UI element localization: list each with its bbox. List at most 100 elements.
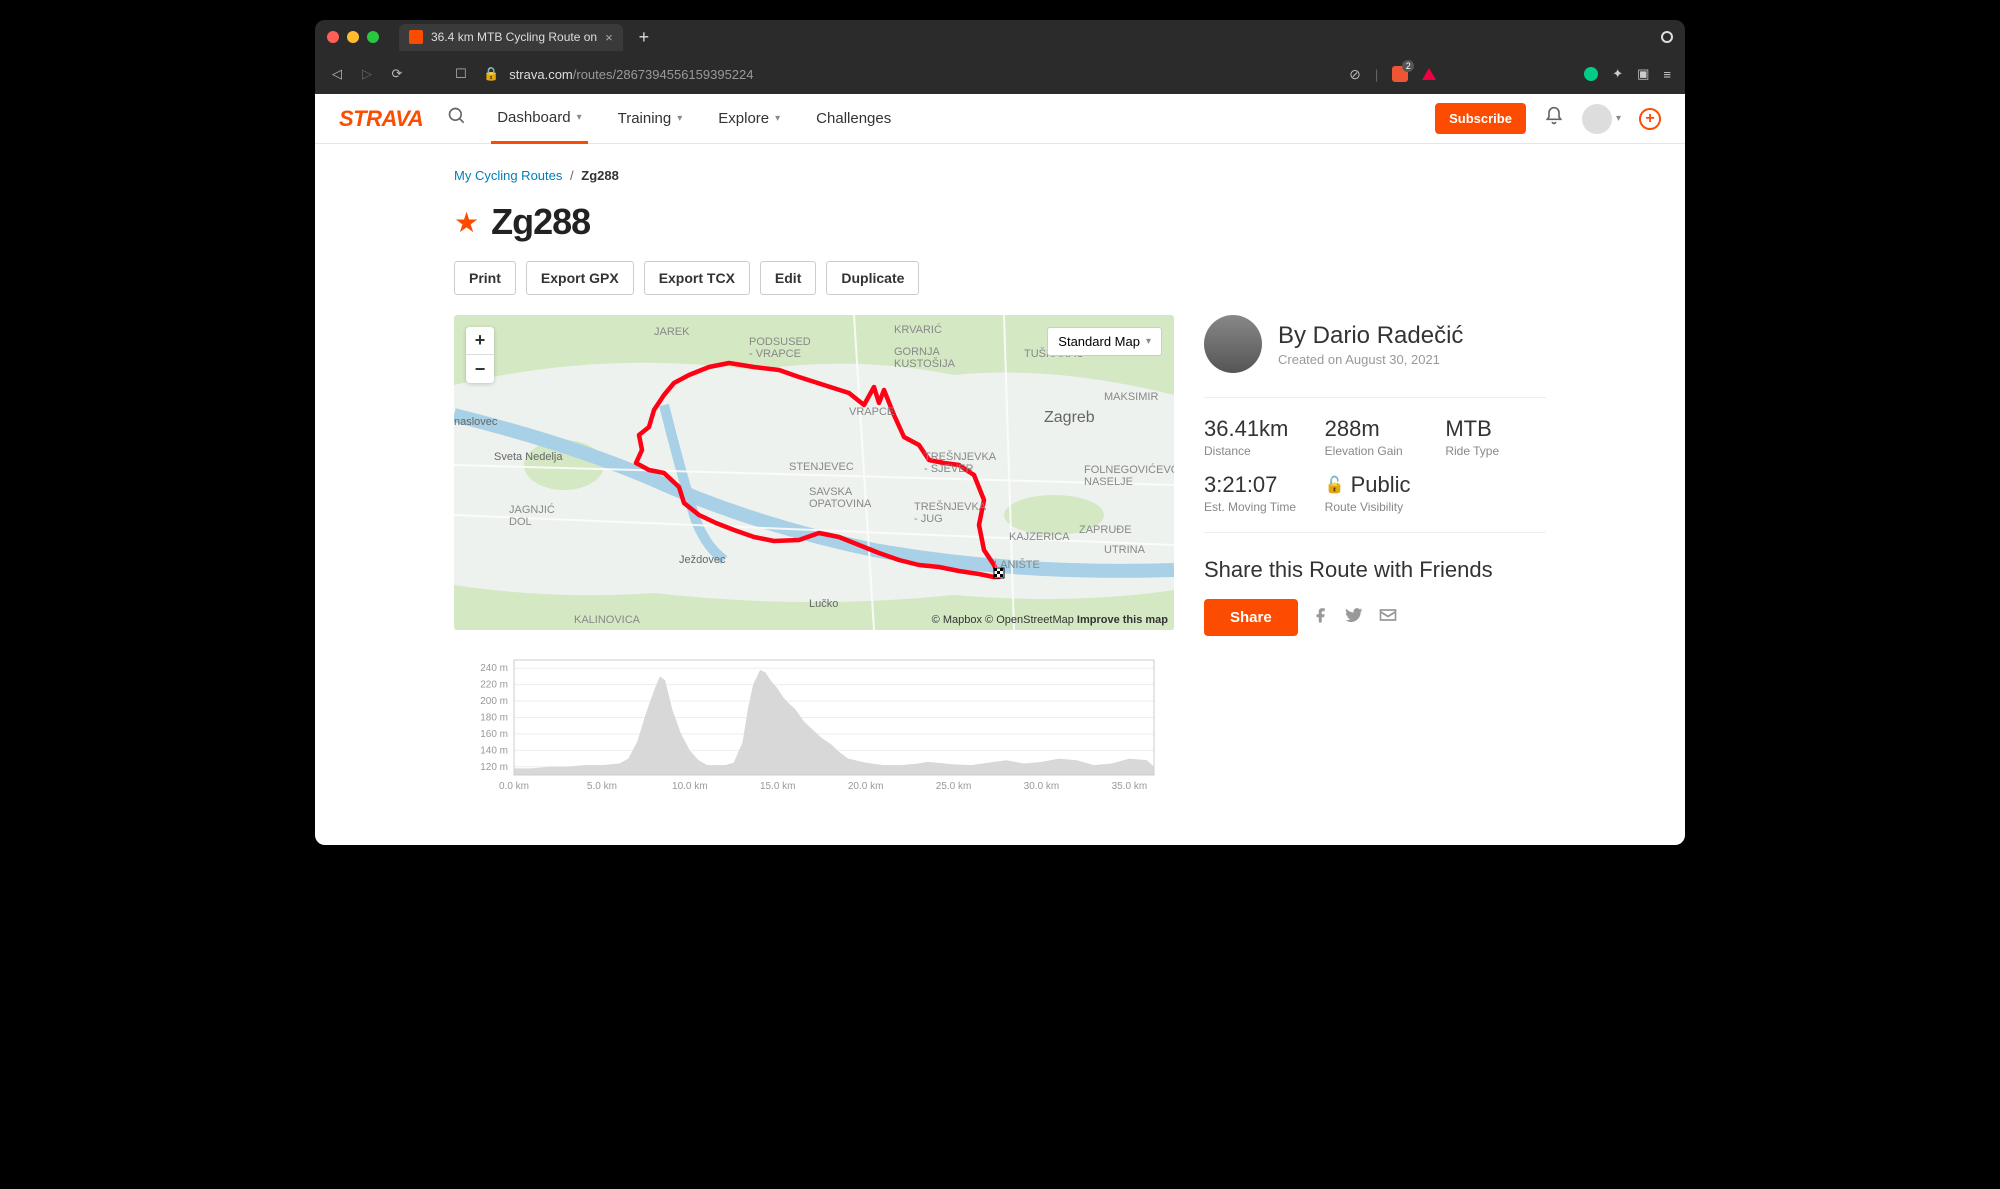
url-bar: ◁ ▷ ⟳ ☐ 🔒 strava.com/routes/286739455615…	[315, 54, 1685, 94]
warning-icon[interactable]	[1422, 68, 1436, 80]
edit-button[interactable]: Edit	[760, 261, 816, 295]
maximize-window-icon[interactable]	[367, 31, 379, 43]
svg-text:120 m: 120 m	[480, 762, 508, 773]
search-icon[interactable]	[447, 106, 467, 131]
extensions-icon[interactable]: ✦	[1612, 66, 1623, 82]
stat-moving-time: 3:21:07 Est. Moving Time	[1204, 472, 1305, 514]
svg-text:STENJEVEC: STENJEVEC	[789, 461, 854, 473]
bookmark-icon[interactable]: ☐	[453, 66, 469, 82]
svg-text:160 m: 160 m	[480, 729, 508, 740]
print-button[interactable]: Print	[454, 261, 516, 295]
svg-text:10.0 km: 10.0 km	[672, 781, 708, 792]
svg-text:25.0 km: 25.0 km	[936, 781, 972, 792]
svg-text:Zagreb: Zagreb	[1044, 409, 1095, 426]
subscribe-button[interactable]: Subscribe	[1435, 103, 1526, 134]
email-icon[interactable]	[1378, 605, 1398, 630]
svg-text:35.0 km: 35.0 km	[1112, 781, 1148, 792]
star-icon[interactable]: ★	[454, 206, 479, 239]
top-nav: STRAVA Dashboard▾ Training▾ Explore▾ Cha…	[315, 94, 1685, 144]
svg-text:VRAPCE: VRAPCE	[849, 406, 894, 418]
minimize-window-icon[interactable]	[347, 31, 359, 43]
svg-text:0.0 km: 0.0 km	[499, 781, 529, 792]
lock-open-icon: 🔓	[1325, 475, 1345, 495]
svg-text:LANIŠTE: LANIŠTE	[994, 558, 1040, 571]
svg-text:ZAPRUĐE: ZAPRUĐE	[1079, 524, 1132, 536]
svg-text:UTRINA: UTRINA	[1104, 544, 1146, 556]
avatar-icon	[1582, 104, 1612, 134]
svg-text:140 m: 140 m	[480, 745, 508, 756]
svg-text:KAJZERICA: KAJZERICA	[1009, 531, 1070, 543]
osm-link[interactable]: © OpenStreetMap	[985, 614, 1074, 626]
zoom-control: + −	[466, 327, 494, 383]
duplicate-button[interactable]: Duplicate	[826, 261, 919, 295]
creator-block: By Dario Radečić Created on August 30, 2…	[1204, 315, 1546, 373]
svg-text:200 m: 200 m	[480, 696, 508, 707]
facebook-icon[interactable]	[1312, 606, 1330, 629]
account-icon[interactable]	[1661, 31, 1673, 43]
add-button[interactable]: +	[1639, 108, 1661, 130]
nav-explore[interactable]: Explore▾	[712, 94, 786, 144]
svg-text:5.0 km: 5.0 km	[587, 781, 617, 792]
export-gpx-button[interactable]: Export GPX	[526, 261, 634, 295]
svg-text:KALINOVICA: KALINOVICA	[574, 614, 641, 626]
elevation-chart: 120 m 140 m 160 m 180 m 200 m 220 m 240 m 0.0 …	[454, 650, 1174, 800]
address-field[interactable]: 🔒 strava.com/routes/2867394556159395224	[483, 66, 754, 82]
chevron-down-icon: ▾	[775, 113, 780, 124]
svg-text:180 m: 180 m	[480, 713, 508, 724]
extension-icon[interactable]	[1584, 67, 1598, 81]
notifications-icon[interactable]	[1544, 106, 1564, 131]
tab-title: 36.4 km MTB Cycling Route on	[431, 30, 597, 44]
lock-icon: 🔒	[483, 66, 499, 82]
zoom-out-button[interactable]: −	[466, 355, 494, 383]
route-map[interactable]: Zagreb Sveta Nedelja Ježdovec Lučko KALI…	[454, 315, 1174, 630]
export-tcx-button[interactable]: Export TCX	[644, 261, 750, 295]
user-menu[interactable]: ▾	[1582, 104, 1621, 134]
app-icon[interactable]: ▣	[1637, 66, 1649, 82]
reload-button[interactable]: ⟳	[389, 66, 405, 82]
zoom-in-button[interactable]: +	[466, 327, 494, 355]
twitter-icon[interactable]	[1344, 605, 1364, 630]
svg-text:220 m: 220 m	[480, 680, 508, 691]
strava-favicon-icon	[409, 30, 423, 44]
share-row: Share	[1204, 599, 1546, 636]
nav-dashboard[interactable]: Dashboard▾	[491, 94, 587, 144]
menu-icon[interactable]: ≡	[1663, 67, 1671, 82]
share-title: Share this Route with Friends	[1204, 557, 1546, 583]
breadcrumb-parent[interactable]: My Cycling Routes	[454, 168, 562, 183]
stat-distance: 36.41km Distance	[1204, 416, 1305, 458]
map-attribution: © Mapbox © OpenStreetMap Improve this ma…	[932, 614, 1168, 626]
reader-icon[interactable]: ⊘	[1349, 66, 1361, 83]
close-window-icon[interactable]	[327, 31, 339, 43]
nav-training[interactable]: Training▾	[612, 94, 689, 144]
chevron-down-icon: ▾	[677, 113, 682, 124]
map-type-selector[interactable]: Standard Map ▾	[1047, 327, 1162, 356]
strava-logo[interactable]: STRAVA	[339, 106, 423, 132]
svg-text:30.0 km: 30.0 km	[1024, 781, 1060, 792]
svg-text:Lučko: Lučko	[809, 598, 838, 610]
close-tab-icon[interactable]: ×	[605, 30, 613, 45]
creator-avatar[interactable]	[1204, 315, 1262, 373]
svg-text:naslovec: naslovec	[454, 416, 498, 428]
chevron-down-icon: ▾	[577, 112, 582, 123]
shield-icon[interactable]	[1392, 66, 1408, 82]
created-date: Created on August 30, 2021	[1278, 352, 1463, 367]
improve-map-link[interactable]: Improve this map	[1077, 614, 1168, 626]
action-bar: Print Export GPX Export TCX Edit Duplica…	[454, 261, 1546, 295]
chevron-down-icon: ▾	[1146, 336, 1151, 347]
svg-text:15.0 km: 15.0 km	[760, 781, 796, 792]
url-path: /routes/2867394556159395224	[573, 67, 754, 82]
stat-ride-type: MTB Ride Type	[1445, 416, 1546, 458]
back-button[interactable]: ◁	[329, 66, 345, 82]
window-titlebar: 36.4 km MTB Cycling Route on × +	[315, 20, 1685, 54]
route-title: Zg288	[491, 201, 590, 243]
svg-text:240 m: 240 m	[480, 663, 508, 674]
nav-challenges[interactable]: Challenges	[810, 94, 897, 144]
stat-elevation: 288m Elevation Gain	[1325, 416, 1426, 458]
mapbox-link[interactable]: © Mapbox	[932, 614, 982, 626]
browser-tab[interactable]: 36.4 km MTB Cycling Route on ×	[399, 24, 623, 51]
share-button[interactable]: Share	[1204, 599, 1298, 636]
svg-text:20.0 km: 20.0 km	[848, 781, 884, 792]
breadcrumb-current: Zg288	[581, 168, 619, 183]
new-tab-button[interactable]: +	[639, 27, 650, 48]
chevron-down-icon: ▾	[1616, 113, 1621, 124]
